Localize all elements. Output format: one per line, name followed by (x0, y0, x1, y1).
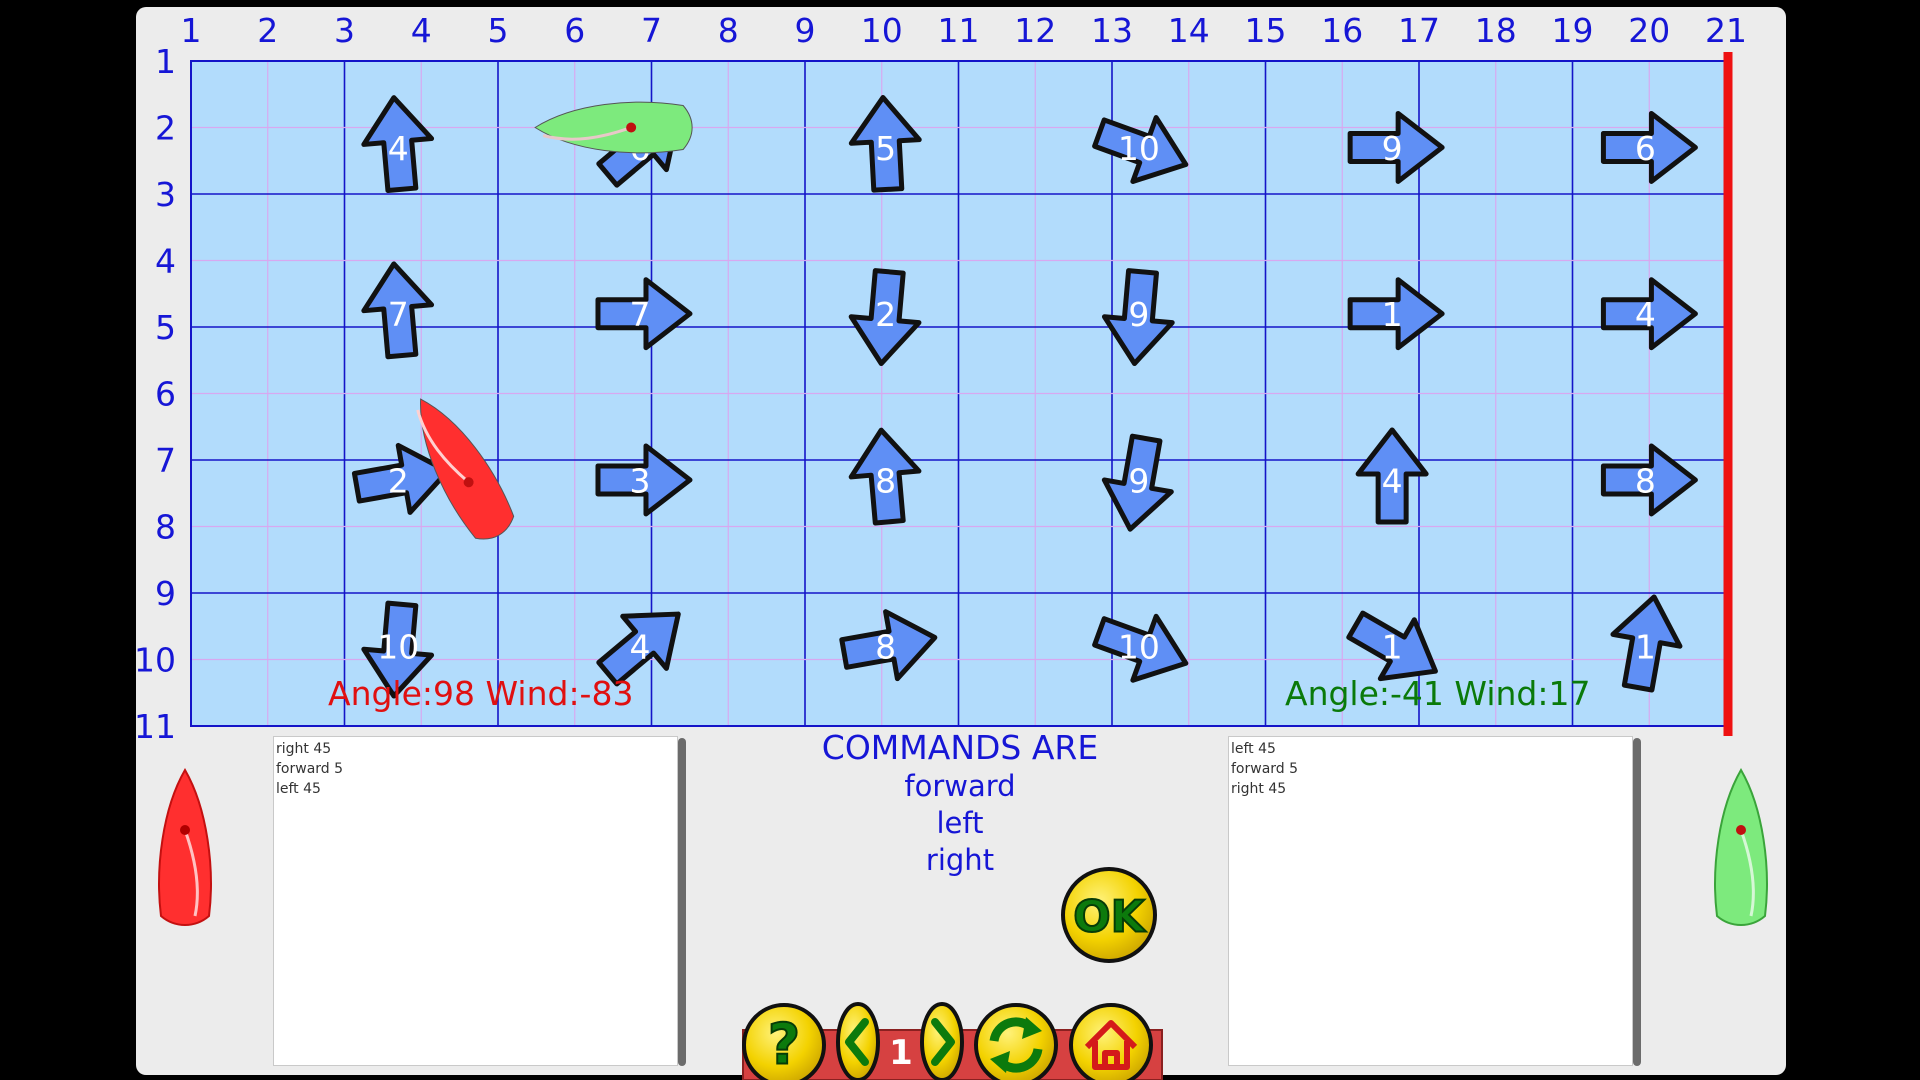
red-command-line: left 45 (276, 781, 321, 797)
red-status: Angle:98 Wind:-83 (328, 674, 633, 713)
red-commands-panel[interactable]: right 45 forward 5 left 45 (273, 736, 678, 1066)
row-label: 1 (155, 42, 176, 81)
reload-button[interactable] (974, 1003, 1058, 1080)
wind-arrow-label: 2 (388, 461, 409, 500)
column-label: 20 (1628, 11, 1670, 50)
row-label: 4 (155, 242, 176, 281)
wind-arrow-label: 2 (875, 295, 896, 334)
wind-arrow-label: 1 (1382, 295, 1403, 334)
row-label: 2 (155, 109, 176, 148)
column-label: 18 (1475, 11, 1517, 50)
green-boat-icon (1714, 768, 1768, 926)
wind-arrow-label: 8 (875, 628, 896, 667)
ok-label: OK (1073, 892, 1146, 943)
wind-arrow-label: 9 (1128, 461, 1149, 500)
help-icon: ? (768, 1013, 800, 1078)
wind-arrow-label: 4 (388, 129, 409, 168)
command-right: right (925, 843, 995, 877)
wind-arrow-label: 7 (629, 295, 650, 334)
column-label: 10 (861, 11, 903, 50)
grid-lines (190, 60, 1727, 727)
column-label: 4 (411, 11, 432, 50)
row-label: 9 (155, 574, 176, 613)
row-labels: 1 2 3 4 5 6 7 8 9 10 11 (134, 42, 176, 746)
home-button[interactable] (1069, 1003, 1153, 1080)
command-forward: forward (904, 769, 1016, 803)
red-boat-icon (158, 768, 212, 926)
wind-arrow-label: 4 (1635, 295, 1656, 334)
wind-arrow-label: 10 (377, 628, 419, 667)
row-label: 5 (155, 308, 176, 347)
wind-arrow-label: 5 (875, 129, 896, 168)
column-label: 8 (718, 11, 739, 50)
column-label: 21 (1705, 11, 1747, 50)
column-label: 7 (641, 11, 662, 50)
row-label: 3 (155, 175, 176, 214)
column-label: 16 (1321, 11, 1363, 50)
red-panel-scrollbar[interactable] (678, 738, 686, 1066)
green-command-line: left 45 (1231, 741, 1276, 757)
red-command-line: forward 5 (276, 761, 344, 777)
commands-help: COMMANDS ARE forward left right (790, 728, 1130, 879)
column-label: 11 (938, 11, 980, 50)
help-button[interactable]: ? (742, 1003, 826, 1080)
column-label: 3 (334, 11, 355, 50)
wind-arrow-label: 9 (1382, 129, 1403, 168)
wind-arrow-label: 3 (629, 461, 650, 500)
wind-arrow-label: 1 (1635, 628, 1656, 667)
next-button[interactable] (920, 1002, 964, 1080)
row-label: 10 (134, 641, 176, 680)
column-labels: 1 2 3 4 5 6 7 8 9 10 11 12 13 14 15 16 17 18 19 20 21 (181, 11, 1748, 50)
wind-arrow-label: 9 (1128, 295, 1149, 334)
level-number: 1 (889, 1033, 913, 1073)
column-label: 5 (488, 11, 509, 50)
wind-arrow-label: 7 (388, 295, 409, 334)
green-status: Angle:-41 Wind:17 (1285, 674, 1590, 713)
wind-arrow-label: 6 (1635, 129, 1656, 168)
column-label: 2 (257, 11, 278, 50)
column-label: 15 (1245, 11, 1287, 50)
wind-arrow-label: 4 (1382, 461, 1403, 500)
column-label: 1 (181, 11, 202, 50)
wind-arrow-label: 10 (1118, 129, 1160, 168)
commands-title: COMMANDS ARE (821, 728, 1099, 767)
row-label: 7 (155, 441, 176, 480)
wind-arrow-label: 10 (1118, 628, 1160, 667)
red-command-line: right 45 (276, 741, 332, 757)
previous-button[interactable] (836, 1002, 880, 1080)
column-label: 17 (1398, 11, 1440, 50)
wind-arrow-label: 8 (875, 461, 896, 500)
row-label: 6 (155, 375, 176, 414)
wind-arrow-label: 1 (1382, 628, 1403, 667)
green-command-line: forward 5 (1231, 761, 1299, 777)
wind-arrow-label: 4 (629, 628, 650, 667)
row-label: 11 (134, 707, 176, 746)
green-command-line: right 45 (1231, 781, 1287, 797)
row-label: 8 (155, 508, 176, 547)
wind-arrow-label: 8 (1635, 461, 1656, 500)
column-label: 12 (1014, 11, 1056, 50)
column-label: 9 (795, 11, 816, 50)
column-label: 19 (1552, 11, 1594, 50)
green-commands-panel[interactable]: left 45 forward 5 right 45 (1228, 736, 1633, 1066)
command-left: left (936, 806, 984, 840)
ok-button[interactable]: OK (1061, 867, 1157, 963)
column-label: 14 (1168, 11, 1210, 50)
column-label: 13 (1091, 11, 1133, 50)
column-label: 6 (564, 11, 585, 50)
green-panel-scrollbar[interactable] (1633, 738, 1641, 1066)
